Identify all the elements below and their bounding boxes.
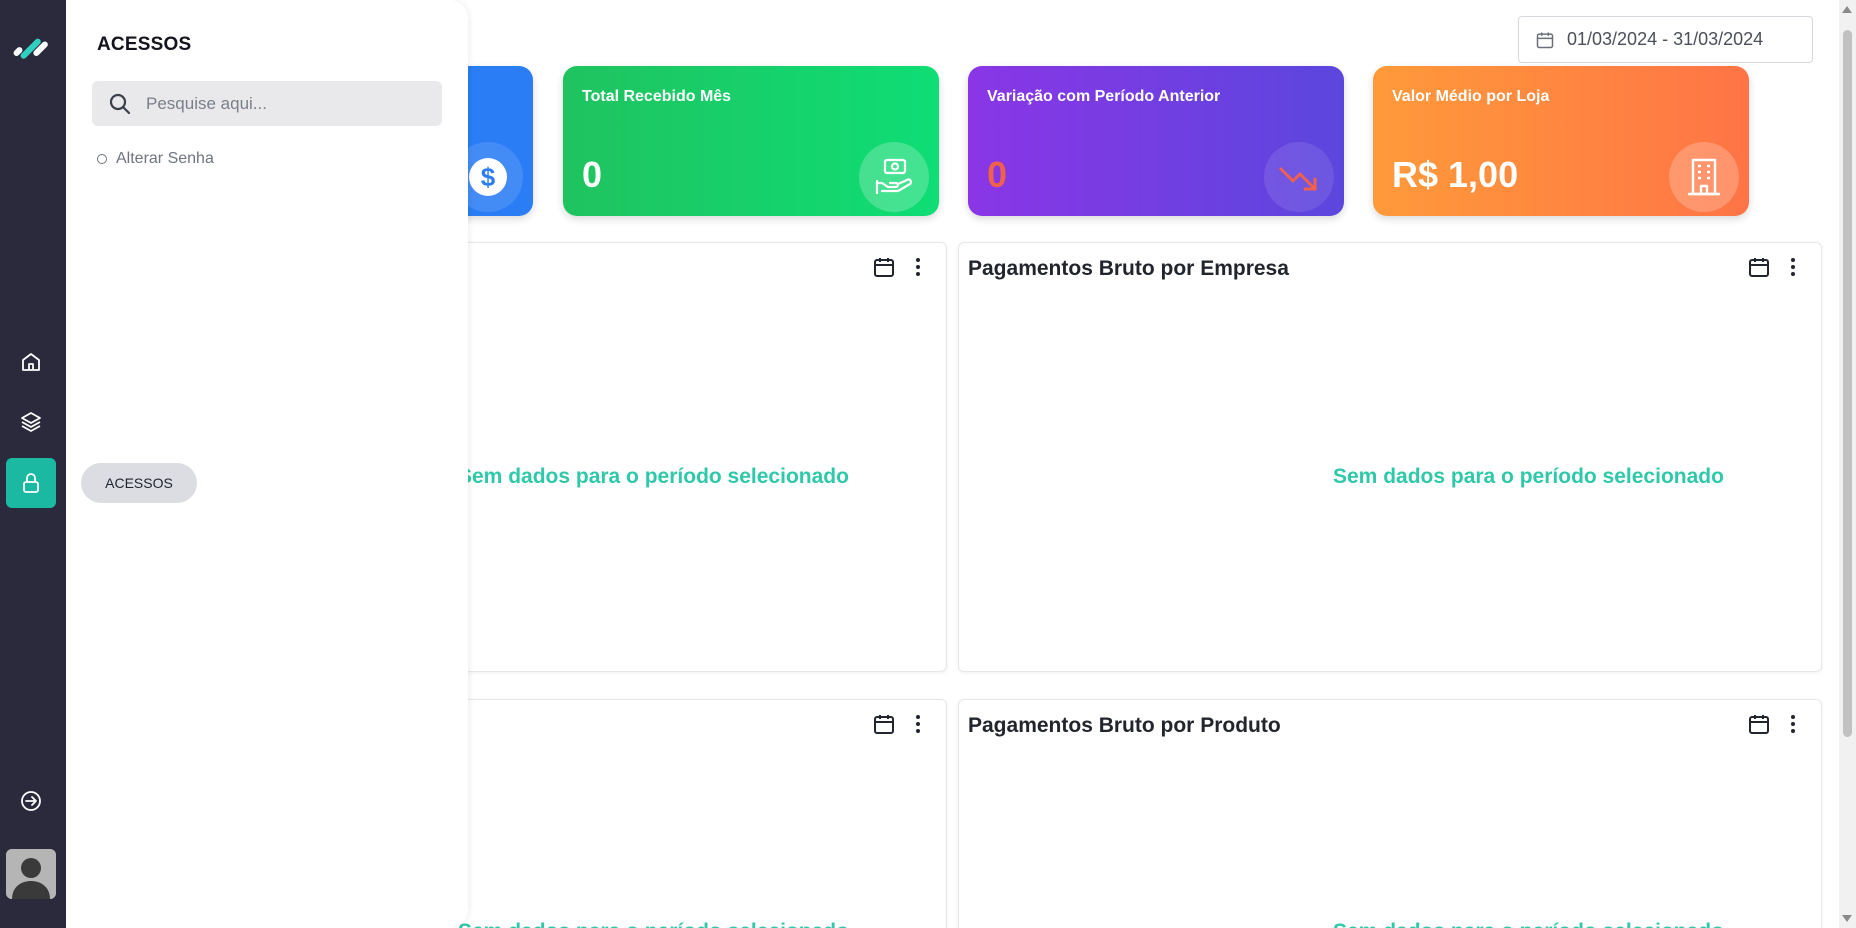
logout-icon (21, 791, 41, 811)
rail-layers-button[interactable] (6, 397, 56, 447)
layers-icon (21, 412, 41, 432)
page-scrollbar[interactable] (1839, 0, 1856, 928)
card-title: Pagamentos Bruto por Produto (968, 714, 1281, 737)
card-tools (1747, 255, 1805, 279)
kpi-label: Valor Médio por Loja (1392, 88, 1550, 105)
card-tools (1747, 712, 1805, 736)
building-icon (1669, 142, 1739, 212)
empty-state-text: Sem dados para o período selecionado (1333, 920, 1724, 928)
rail-tooltip: ACESSOS (81, 463, 197, 503)
trend-down-icon (1264, 142, 1334, 212)
home-icon (22, 353, 40, 371)
card-tools (872, 712, 930, 736)
kpi-card-total-recebido: Total Recebido Mês 0 (563, 66, 939, 216)
more-vertical-icon[interactable] (1781, 255, 1805, 279)
chart-card-pagamentos-produto: Pagamentos Bruto por Produto Sem dados p… (958, 699, 1822, 928)
avatar[interactable] (6, 849, 56, 899)
calendar-icon (1536, 32, 1554, 48)
lock-icon (23, 473, 39, 493)
panel-search[interactable] (92, 81, 442, 126)
bullet-icon (97, 154, 107, 164)
scroll-down-icon[interactable] (1842, 915, 1852, 922)
menu-item-alterar-senha[interactable]: Alterar Senha (97, 150, 214, 168)
more-vertical-icon[interactable] (906, 255, 930, 279)
card-tools (872, 255, 930, 279)
date-range-picker[interactable]: 01/03/2024 - 31/03/2024 (1518, 16, 1813, 63)
kpi-label: Variação com Período Anterior (987, 88, 1221, 105)
calendar-icon[interactable] (872, 255, 896, 279)
rail-logout-button[interactable] (6, 776, 56, 826)
scroll-up-icon[interactable] (1842, 6, 1852, 13)
date-range-value: 01/03/2024 - 31/03/2024 (1567, 29, 1764, 49)
calendar-icon[interactable] (1747, 712, 1771, 736)
kpi-card-variacao: Variação com Período Anterior 0 (968, 66, 1344, 216)
chart-card-pagamentos-empresa: Pagamentos Bruto por Empresa Sem dados p… (958, 242, 1822, 672)
menu-item-label: Alterar Senha (116, 150, 214, 167)
rail-home-button[interactable] (6, 337, 56, 387)
empty-state-text: Sem dados para o período selecionado (458, 465, 849, 488)
panel-title: ACESSOS (97, 34, 192, 55)
scroll-thumb[interactable] (1843, 30, 1852, 737)
kpi-value: 0 (987, 154, 1008, 195)
rail-access-button[interactable] (6, 458, 56, 508)
search-icon (109, 93, 131, 114)
calendar-icon[interactable] (872, 712, 896, 736)
kpi-label: Total Recebido Mês (582, 88, 732, 105)
search-input[interactable] (146, 93, 426, 114)
left-rail (0, 0, 66, 928)
svg-text:$: $ (481, 162, 496, 192)
money-hand-icon (859, 142, 929, 212)
card-title: Pagamentos Bruto por Empresa (968, 257, 1289, 280)
empty-state-text: Sem dados para o período selecionado (458, 920, 849, 928)
logo-icon[interactable] (8, 26, 52, 70)
kpi-value: R$ 1,00 (1392, 154, 1519, 195)
more-vertical-icon[interactable] (1781, 712, 1805, 736)
more-vertical-icon[interactable] (906, 712, 930, 736)
kpi-value: 0 (582, 154, 603, 195)
calendar-icon[interactable] (1747, 255, 1771, 279)
kpi-card-valor-medio: Valor Médio por Loja R$ 1,00 (1373, 66, 1749, 216)
empty-state-text: Sem dados para o período selecionado (1333, 465, 1724, 488)
